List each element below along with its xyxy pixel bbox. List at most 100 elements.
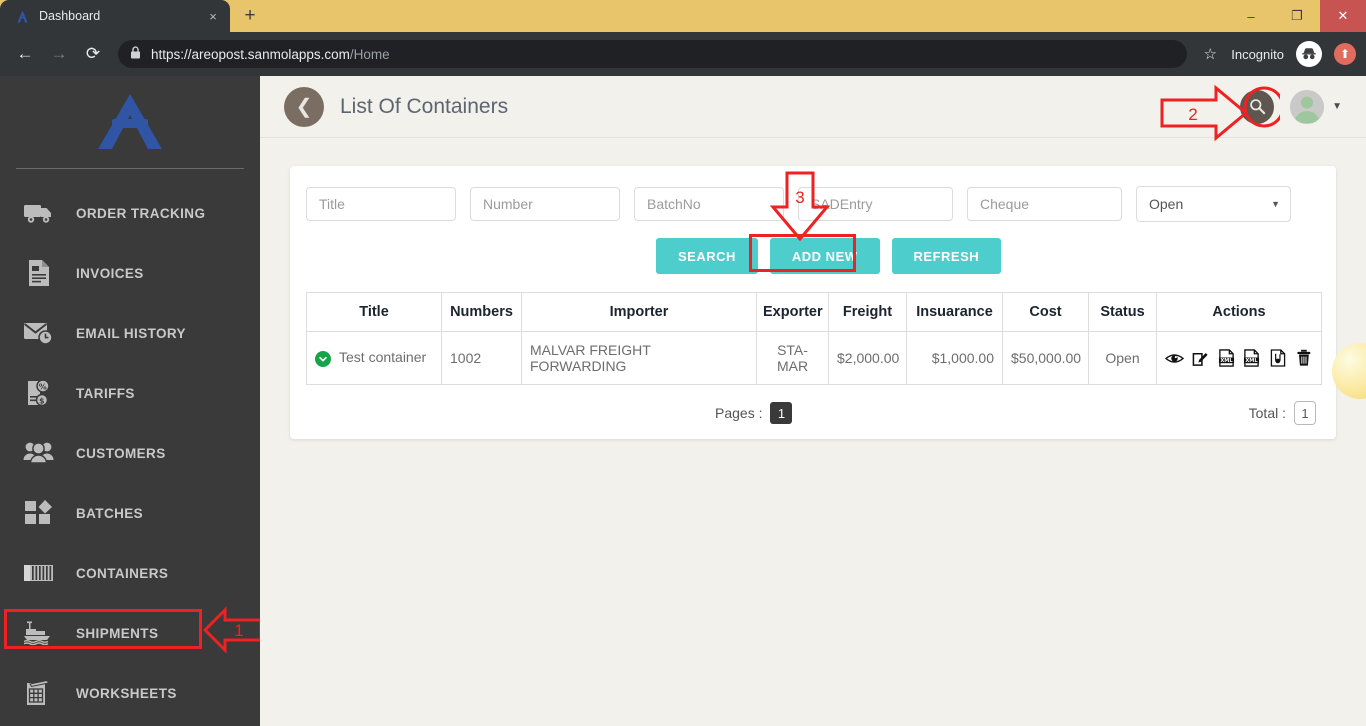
sidebar-item-label: SHIPMENTS (76, 625, 159, 641)
cell-exporter: STA-MAR (756, 331, 829, 385)
container-icon (22, 558, 56, 588)
sidebar-item-worksheets[interactable]: WORKSHEETS (0, 663, 260, 723)
column-header-insuarance: Insuarance (906, 292, 1003, 332)
filter-row: Open ▼ (306, 186, 1320, 222)
document-attach-icon[interactable] (1268, 348, 1287, 368)
column-header-status: Status (1088, 292, 1157, 332)
cell-importer: MALVAR FREIGHT FORWARDING (521, 331, 757, 385)
invoice-document-icon (22, 258, 56, 288)
browser-tab-title: Dashboard (39, 9, 101, 23)
content-area: Open ▼ SEARCH ADD NEW REFRESH Title Numb… (260, 138, 1366, 726)
cell-title-text: Test container (339, 349, 427, 365)
chevron-left-icon: ❮ (295, 96, 313, 118)
page-number-badge[interactable]: 1 (770, 402, 793, 424)
delete-trash-icon[interactable] (1294, 348, 1313, 368)
reload-icon[interactable]: ⟳ (78, 39, 108, 69)
brand-logo-icon (98, 94, 162, 149)
sidebar-item-email-history[interactable]: EMAIL HISTORY (0, 303, 260, 363)
column-header-numbers: Numbers (441, 292, 522, 332)
sidebar-item-label: INVOICES (76, 265, 144, 281)
email-clock-icon (22, 318, 56, 348)
cell-title: Test container (306, 331, 442, 385)
view-eye-icon[interactable] (1165, 348, 1184, 368)
browser-tab[interactable]: Dashboard × (0, 0, 230, 32)
cell-status: Open (1088, 331, 1157, 385)
help-bubble[interactable] (1332, 343, 1366, 399)
sidebar-item-label: CONTAINERS (76, 565, 169, 581)
chevron-down-icon[interactable]: ▼ (1332, 101, 1342, 112)
url-origin: https://areopost.sanmolapps.com (151, 46, 350, 62)
browser-toolbar: ← → ⟳ https://areopost.sanmolapps.com/Ho… (0, 32, 1366, 76)
sidebar-item-label: TARIFFS (76, 385, 135, 401)
xml-export-icon[interactable]: XML (1217, 348, 1236, 368)
page-header: ❮ List Of Containers ▼ (260, 76, 1366, 138)
chevron-down-icon: ▼ (1271, 199, 1280, 209)
sidebar-item-tariffs[interactable]: % $ TARIFFS (0, 363, 260, 423)
maximize-icon[interactable]: ❐ (1274, 0, 1320, 32)
edit-pencil-icon[interactable] (1191, 348, 1210, 368)
sidebar: ORDER TRACKING INVOICES EMAIL HISTORY % … (0, 76, 260, 726)
column-header-importer: Importer (521, 292, 757, 332)
column-header-freight: Freight (828, 292, 907, 332)
user-avatar-icon (1290, 89, 1325, 124)
table-header-row: Title Numbers Importer Exporter Freight … (306, 292, 1322, 332)
minimize-icon[interactable]: – (1228, 0, 1274, 32)
forward-icon[interactable]: → (44, 39, 74, 69)
xml-import-icon[interactable]: XML (1243, 348, 1262, 368)
sidebar-item-shipments[interactable]: SHIPMENTS (0, 603, 260, 663)
sidebar-item-label: ORDER TRACKING (76, 205, 206, 221)
back-icon[interactable]: ← (10, 39, 40, 69)
sadentry-filter-input[interactable] (798, 187, 953, 221)
address-bar[interactable]: https://areopost.sanmolapps.com/Home (118, 40, 1188, 68)
status-filter-value: Open (1149, 196, 1184, 212)
svg-text:$: $ (39, 397, 45, 406)
sidebar-item-label: WORKSHEETS (76, 685, 177, 701)
main-content: ❮ List Of Containers ▼ Title Number Batc… (260, 76, 1366, 726)
sidebar-item-order-tracking[interactable]: ORDER TRACKING (0, 183, 260, 243)
search-button[interactable]: SEARCH (656, 238, 758, 274)
search-button[interactable] (1240, 89, 1275, 124)
sidebar-item-invoices[interactable]: INVOICES (0, 243, 260, 303)
avatar[interactable] (1290, 89, 1325, 124)
page-title: List Of Containers (340, 94, 509, 118)
new-tab-button[interactable]: + (236, 2, 264, 30)
close-icon[interactable]: × (204, 7, 222, 25)
number-filter-input[interactable] (470, 187, 620, 221)
sidebar-item-containers[interactable]: CONTAINERS (0, 543, 260, 603)
containers-table: Title Numbers Importer Exporter Freight … (306, 292, 1322, 385)
column-header-cost: Cost (1002, 292, 1089, 332)
total-group: Total : 1 (1249, 401, 1316, 425)
lock-icon (130, 46, 141, 62)
column-header-actions: Actions (1156, 292, 1322, 332)
total-value: 1 (1294, 401, 1316, 425)
cheque-filter-input[interactable] (967, 187, 1122, 221)
incognito-icon[interactable] (1296, 41, 1322, 67)
title-filter-input[interactable] (306, 187, 456, 221)
status-filter-select[interactable]: Open ▼ (1136, 186, 1291, 222)
search-icon (1249, 99, 1265, 115)
ship-icon (22, 618, 56, 648)
tariff-percent-icon: % $ (22, 378, 56, 408)
cell-numbers: 1002 (441, 331, 522, 385)
cell-cost: $50,000.00 (1002, 331, 1089, 385)
sidebar-item-label: EMAIL HISTORY (76, 325, 186, 341)
refresh-button[interactable]: REFRESH (891, 238, 1002, 274)
sidebar-item-label: CUSTOMERS (76, 445, 166, 461)
batchno-filter-input[interactable] (634, 187, 784, 221)
table-row[interactable]: Test container 1002 MALVAR FREIGHT FORWA… (306, 331, 1322, 385)
sidebar-item-label: BATCHES (76, 505, 144, 521)
bookmark-star-icon[interactable]: ☆ (1197, 41, 1223, 67)
sidebar-item-batches[interactable]: BATCHES (0, 483, 260, 543)
update-arrow-icon[interactable]: ⬆ (1334, 43, 1356, 65)
svg-text:%: % (39, 383, 47, 392)
window-close-icon[interactable]: ✕ (1320, 0, 1366, 32)
table-footer: Pages : 1 Total : 1 (306, 401, 1320, 425)
people-icon (22, 438, 56, 468)
url-text: https://areopost.sanmolapps.com/Home (151, 47, 390, 62)
cell-freight: $2,000.00 (828, 331, 907, 385)
back-button[interactable]: ❮ (284, 86, 324, 127)
sidebar-item-customers[interactable]: CUSTOMERS (0, 423, 260, 483)
pagination: Pages : 1 (715, 402, 793, 424)
add-new-button[interactable]: ADD NEW (769, 238, 880, 274)
truck-icon (22, 198, 56, 228)
